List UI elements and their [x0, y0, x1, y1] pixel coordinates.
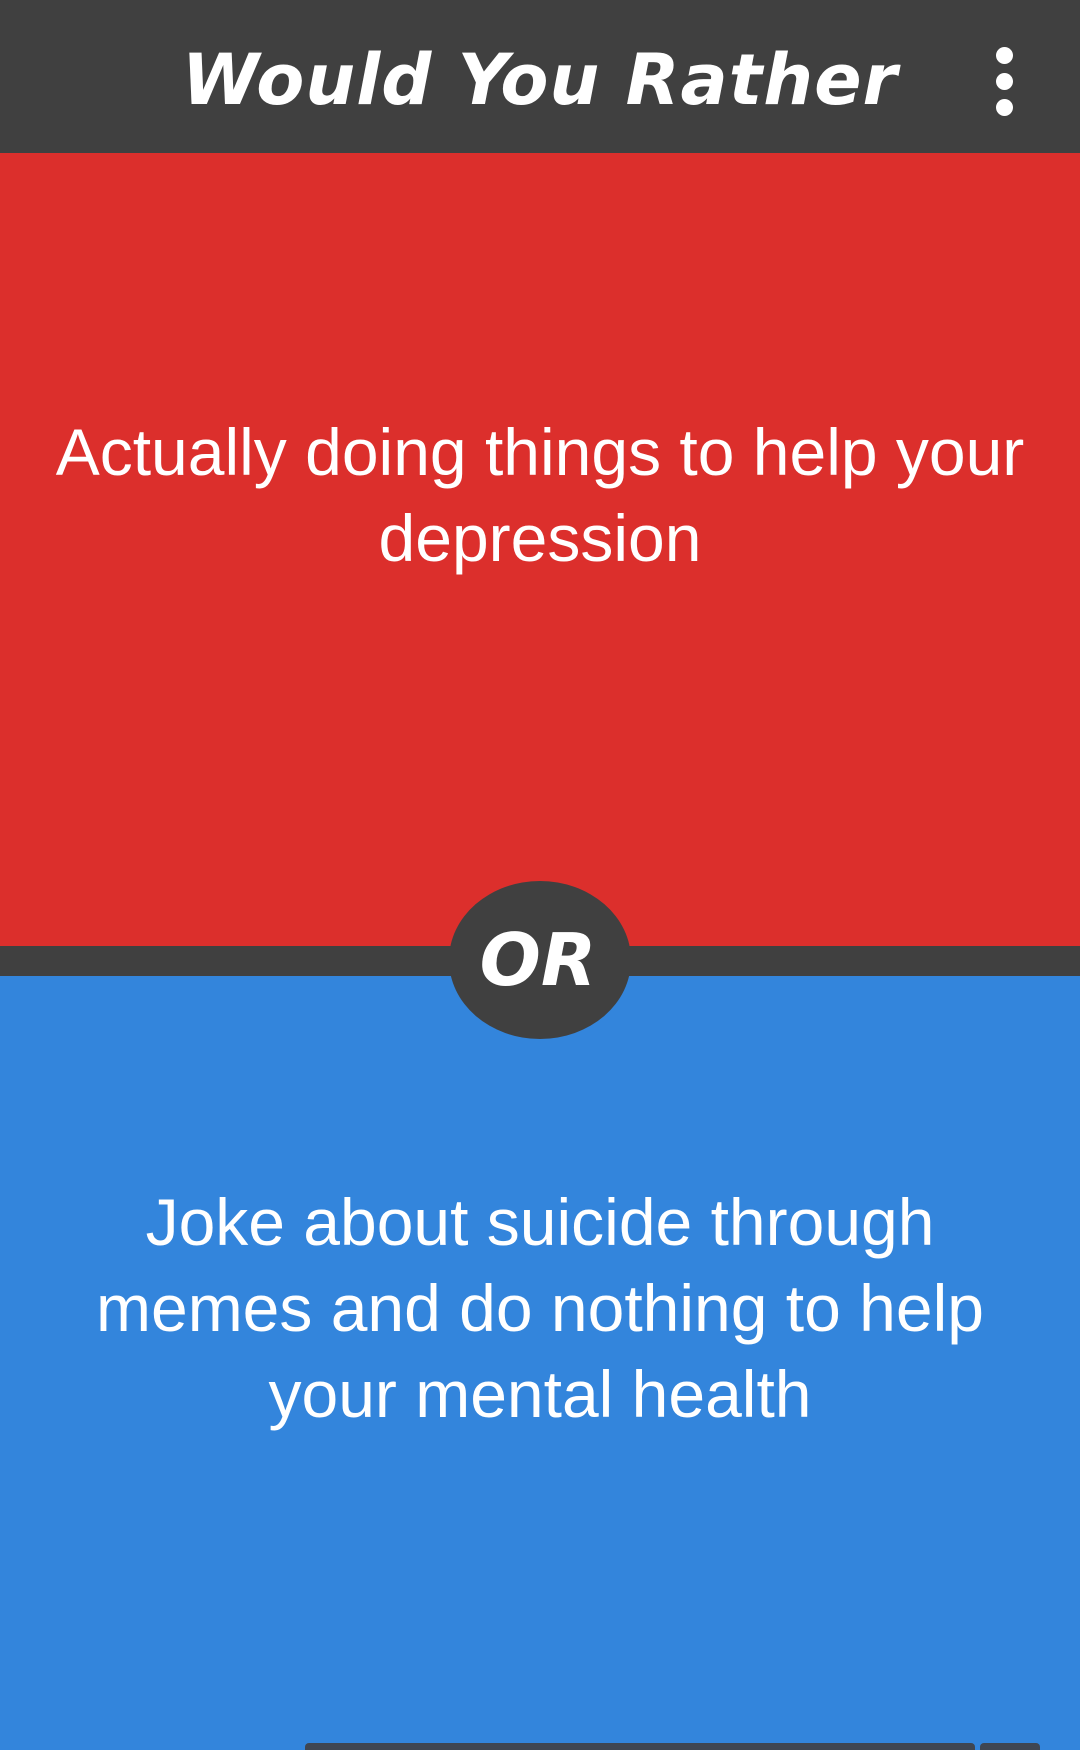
or-label: OR [479, 918, 597, 1002]
app-bar: Would You Rather [0, 0, 1080, 153]
more-options-button[interactable] [972, 36, 1036, 126]
app-title: Would You Rather [181, 39, 899, 121]
bottom-edge-bar-right [980, 1743, 1040, 1750]
more-vertical-icon-dot-3 [995, 98, 1013, 116]
more-vertical-icon-dot-2 [995, 72, 1013, 90]
or-badge: OR [449, 881, 631, 1039]
option-b-panel[interactable]: Joke about suicide through memes and do … [0, 976, 1080, 1750]
option-a-text: Actually doing things to help your depre… [55, 414, 1025, 575]
bottom-edge-bar [305, 1743, 975, 1750]
option-b-text: Joke about suicide through memes and do … [96, 1185, 984, 1431]
option-a-panel[interactable]: Actually doing things to help your depre… [0, 153, 1080, 946]
more-vertical-icon-dot-1 [995, 46, 1013, 64]
